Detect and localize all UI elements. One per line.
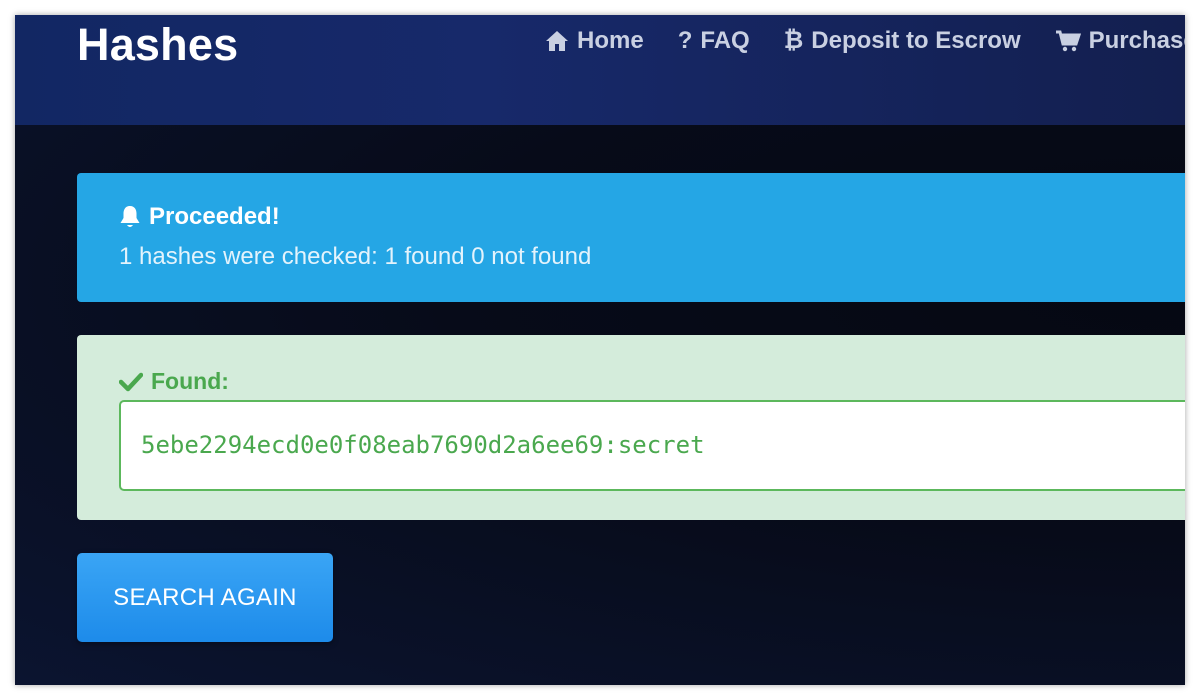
cart-icon (1055, 30, 1081, 52)
nav-faq-label: FAQ (700, 27, 750, 54)
nav-purchase-label: Purchase (1088, 27, 1185, 54)
alert-message: 1 hashes were checked: 1 found 0 not fou… (119, 243, 592, 270)
bitcoin-icon: ₿ (783, 27, 804, 54)
site-brand[interactable]: Hashes (77, 19, 238, 71)
check-icon (119, 372, 143, 392)
main-nav: Home ? FAQ ₿ Deposit to Escrow Purchase (545, 27, 1185, 55)
nav-deposit-label: Deposit to Escrow (811, 27, 1021, 54)
info-alert: Proceeded! 1 hashes were checked: 1 foun… (77, 173, 1185, 302)
alert-title: Proceeded! (119, 203, 280, 231)
alert-title-text: Proceeded! (149, 203, 280, 230)
found-alert: Found: 5ebe2294ecd0e0f08eab7690d2a6ee69:… (77, 335, 1185, 520)
nav-faq[interactable]: ? FAQ (678, 27, 750, 55)
top-navbar: Hashes Home ? FAQ ₿ Deposit to Escrow Pu (15, 15, 1185, 125)
nav-deposit[interactable]: ₿ Deposit to Escrow (784, 27, 1021, 55)
found-result-field[interactable]: 5ebe2294ecd0e0f08eab7690d2a6ee69:secret (119, 400, 1185, 491)
found-label: Found: (119, 368, 229, 395)
search-again-button[interactable]: SEARCH AGAIN (77, 553, 333, 642)
nav-home[interactable]: Home (545, 27, 644, 55)
found-label-text: Found: (151, 368, 229, 394)
question-icon: ? (677, 27, 693, 54)
bell-icon (119, 205, 141, 229)
nav-purchase[interactable]: Purchase (1055, 27, 1185, 55)
browser-viewport: Hashes Home ? FAQ ₿ Deposit to Escrow Pu (15, 15, 1185, 685)
nav-home-label: Home (577, 27, 644, 54)
home-icon (545, 30, 569, 52)
